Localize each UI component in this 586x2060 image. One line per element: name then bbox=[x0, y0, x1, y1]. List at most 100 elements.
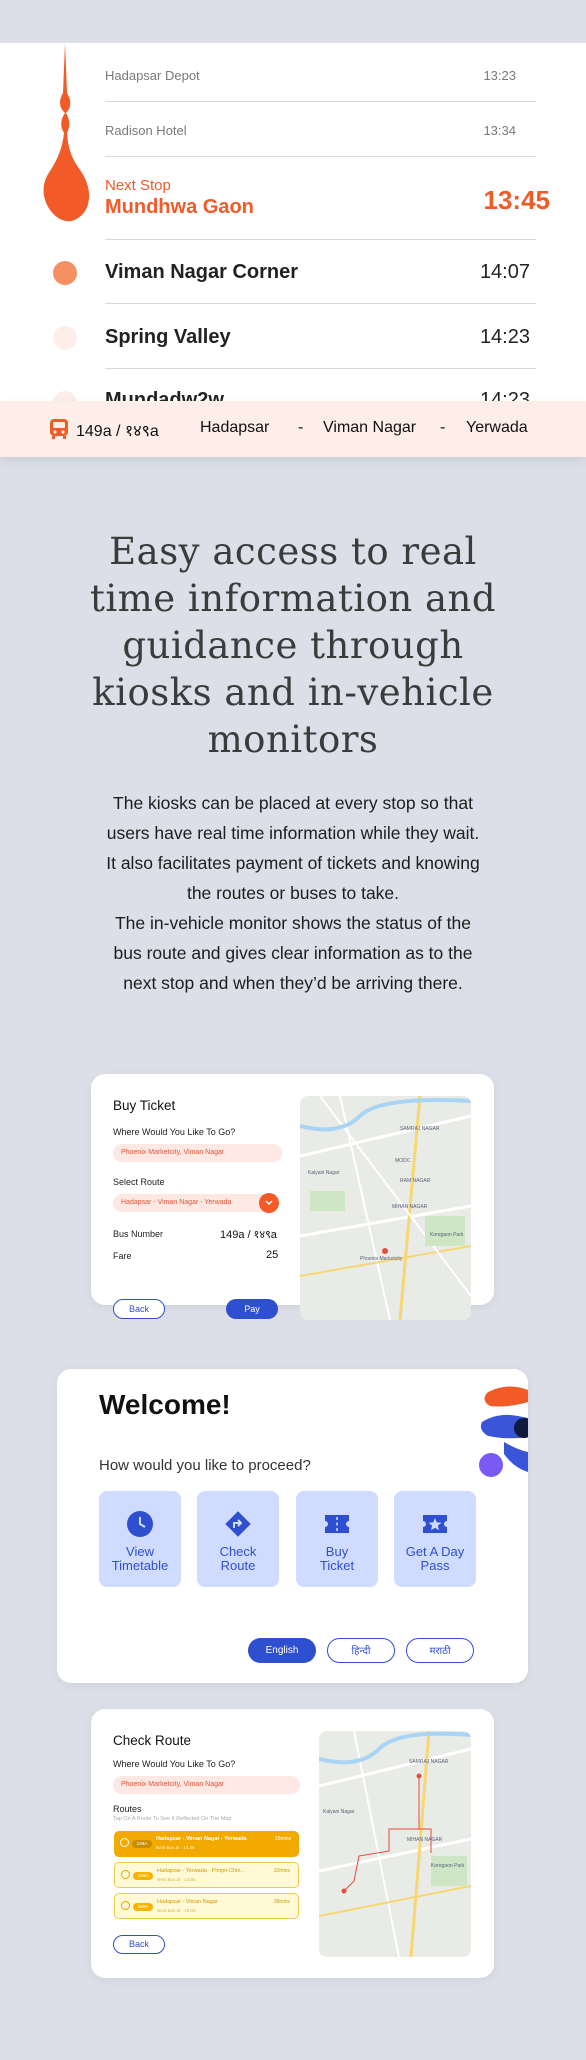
bus-icon bbox=[121, 1901, 130, 1910]
destination-input[interactable]: Phoenix Marketcity, Viman Nagar bbox=[113, 1144, 282, 1162]
language-hindi-button[interactable]: हिन्दी bbox=[327, 1638, 395, 1663]
clock-icon bbox=[127, 1511, 153, 1537]
map-label: MIHAN NAGAR bbox=[407, 1837, 443, 1843]
map-label: Phoenix Marketcity bbox=[360, 1256, 403, 1262]
stop-name: Hadapsar Depot bbox=[105, 68, 200, 83]
language-marathi-button[interactable]: मराठी bbox=[406, 1638, 474, 1663]
city-map[interactable]: SAMRAJ NAGAR MODC RAM NAGAR MIHAN NAGAR … bbox=[300, 1096, 471, 1320]
route-next-bus: Next Bus at · 14:45 bbox=[156, 1845, 195, 1850]
divider bbox=[105, 368, 536, 369]
map-label: Kalyani Nagar bbox=[323, 1809, 355, 1815]
destination-label: Where Would You Like To Go? bbox=[113, 1127, 236, 1137]
tile-label: View Timetable bbox=[99, 1545, 181, 1573]
route-duration: 28mins bbox=[273, 1899, 290, 1905]
description-line: The kiosks can be placed at every stop s… bbox=[113, 793, 473, 813]
stop-time: 13:23 bbox=[483, 68, 516, 83]
stop-dot-icon bbox=[53, 326, 77, 350]
bus-number-label: Bus Number bbox=[113, 1229, 164, 1239]
chevron-down-icon[interactable] bbox=[259, 1193, 279, 1213]
back-button[interactable]: Back bbox=[113, 1935, 165, 1954]
divider bbox=[105, 239, 536, 240]
route-select[interactable]: Hadapsar - Viman Nagar - Yerwada bbox=[113, 1194, 276, 1212]
map-label: Koregaon Park bbox=[430, 1232, 464, 1238]
route-option[interactable]: 149A Hadapsar - Viman Nagar - Yerwada Ne… bbox=[114, 1831, 299, 1857]
route-badge: 149A bbox=[132, 1840, 152, 1848]
tile-label-line: Timetable bbox=[111, 1558, 169, 1573]
stop-time: 14:23 bbox=[479, 389, 530, 401]
description-line: bus route and gives clear information as… bbox=[113, 943, 473, 963]
tile-label-line: Buy bbox=[325, 1544, 349, 1559]
description-line: next stop and when they’d be arriving th… bbox=[123, 973, 463, 993]
tile-label-line: View bbox=[126, 1544, 154, 1559]
welcome-prompt: How would you like to proceed? bbox=[99, 1457, 311, 1474]
next-stop-label: Next Stop bbox=[105, 177, 171, 194]
check-route-title: Check Route bbox=[113, 1733, 192, 1748]
bus-stops-panel: Hadapsar Depot 13:23 Radison Hotel 13:34… bbox=[0, 43, 586, 401]
stop-dot-icon bbox=[53, 261, 77, 285]
bus-icon bbox=[120, 1838, 129, 1847]
description-line: users have real time information while t… bbox=[106, 823, 480, 843]
day-pass-tile[interactable]: Get A Day Pass bbox=[394, 1491, 476, 1587]
language-english-button[interactable]: English bbox=[248, 1638, 316, 1663]
map-label: MIHAN NAGAR bbox=[392, 1204, 428, 1210]
tile-label: Get A Day Pass bbox=[394, 1545, 476, 1573]
tile-label-line: Get A Day bbox=[405, 1544, 465, 1559]
next-stop-name: Mundhwa Gaon bbox=[105, 196, 254, 218]
tile-label-line: Ticket bbox=[319, 1558, 355, 1573]
route-option[interactable]: 169A Hadapsar - Viman Nagar Next Bus at … bbox=[114, 1893, 299, 1919]
routes-hint: Tap On A Route To See It Reflected On Th… bbox=[113, 1816, 232, 1822]
tile-label-line: Check bbox=[219, 1544, 257, 1559]
route-label: Select Route bbox=[113, 1177, 165, 1187]
buy-ticket-title: Buy Ticket bbox=[113, 1098, 176, 1113]
description-line: It also facilitates payment of tickets a… bbox=[106, 853, 480, 873]
divider bbox=[105, 101, 536, 102]
stop-name: Radison Hotel bbox=[105, 123, 187, 138]
progress-line-icon bbox=[43, 43, 90, 222]
stop-time: 14:23 bbox=[479, 326, 530, 348]
route-name: Hadapsar - Yerwada - Pimpri-Chin... bbox=[157, 1868, 246, 1874]
route-bar: 149a / १४९a Hadapsar - Viman Nagar - Yer… bbox=[0, 401, 586, 457]
map-label: MODC bbox=[395, 1158, 411, 1164]
back-button[interactable]: Back bbox=[113, 1299, 165, 1319]
route-next-bus: Next Bus at · 15:05 bbox=[157, 1908, 196, 1913]
route-option[interactable]: 159A Hadapsar - Yerwada - Pimpri-Chin...… bbox=[114, 1862, 299, 1888]
route-duration: 32mins bbox=[273, 1868, 290, 1874]
route-stop: Viman Nagar bbox=[323, 419, 417, 436]
route-stop: Yerwada bbox=[466, 419, 528, 436]
next-stop-time: 13:45 bbox=[483, 185, 551, 215]
destination-input[interactable]: Phoenix Marketcity, Viman Nagar bbox=[113, 1776, 300, 1794]
check-route-tile[interactable]: Check Route bbox=[197, 1491, 279, 1587]
stop-name: Mundadw2w bbox=[105, 389, 224, 401]
view-timetable-tile[interactable]: View Timetable bbox=[99, 1491, 181, 1587]
fare-label: Fare bbox=[113, 1251, 132, 1261]
welcome-title: Welcome! bbox=[99, 1389, 231, 1420]
route-name: Hadapsar - Viman Nagar - Yerwada bbox=[156, 1836, 247, 1842]
fare-value: 25 bbox=[266, 1249, 279, 1261]
stop-time: 14:07 bbox=[479, 261, 530, 283]
description-line: the routes or buses to take. bbox=[186, 883, 400, 903]
route-name: Hadapsar - Viman Nagar bbox=[157, 1899, 218, 1905]
tile-label: Check Route bbox=[197, 1545, 279, 1573]
bus-number: 149a / १४९a bbox=[76, 423, 159, 440]
tile-label-line: Route bbox=[220, 1558, 256, 1573]
route-next-bus: Next Bus at · 14:55 bbox=[157, 1877, 196, 1882]
pay-button[interactable]: Pay bbox=[226, 1299, 278, 1319]
star-ticket-icon bbox=[423, 1515, 447, 1533]
brand-logo-icon bbox=[479, 1386, 528, 1477]
buy-ticket-tile[interactable]: Buy Ticket bbox=[296, 1491, 378, 1587]
ticket-icon bbox=[325, 1515, 349, 1533]
divider bbox=[105, 303, 536, 304]
route-map[interactable]: SAMRAJ NAGAR Kalyani Nagar MIHAN NAGAR K… bbox=[319, 1731, 471, 1957]
route-separator: - bbox=[440, 419, 446, 436]
bus-icon bbox=[50, 419, 68, 439]
direction-sign-icon bbox=[225, 1511, 251, 1537]
section-description: The kiosks can be placed at every stop s… bbox=[60, 788, 526, 998]
routes-label: Routes bbox=[113, 1804, 142, 1814]
tile-label-line: Pass bbox=[420, 1558, 450, 1573]
map-label: SAMRAJ NAGAR bbox=[400, 1126, 440, 1132]
map-label: Kalyani Nagar bbox=[308, 1170, 340, 1176]
map-label: RAM NAGAR bbox=[400, 1178, 431, 1184]
route-stop: Hadapsar bbox=[200, 419, 270, 436]
stop-dot-icon bbox=[53, 391, 77, 401]
bus-number-value: 149a / १४९a bbox=[220, 1229, 277, 1241]
